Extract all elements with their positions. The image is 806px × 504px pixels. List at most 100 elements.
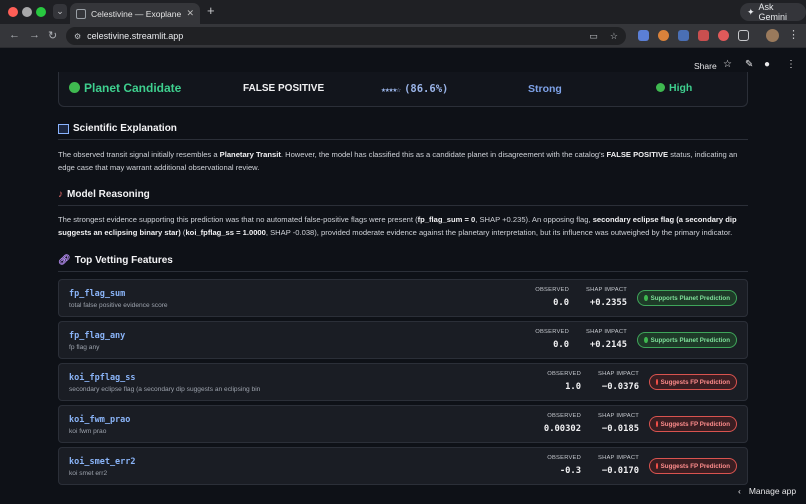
feature-card: koi_fwm_prao koi fwm prao OBSERVED 0.00302 S… xyxy=(58,405,748,443)
shap-impact-label: SHAP IMPACT xyxy=(586,329,627,335)
observed-value: 0.0 xyxy=(553,298,569,308)
explanation-text: The observed transit signal initially re… xyxy=(58,150,738,172)
ask-gemini-button[interactable]: ✦ Ask Gemini xyxy=(740,2,806,22)
guitar-icon: ♪ xyxy=(58,189,63,200)
priority-value: High xyxy=(656,82,692,94)
browser-tab-bar: ⌄ Celestivine — Exoplanet Disc ✕ + ✦ Ask… xyxy=(0,0,806,24)
ask-gemini-label: Ask Gemini xyxy=(758,2,788,22)
prediction-summary: Planet Candidate FALSE POSITIVE ★★★★☆ (86… xyxy=(58,72,748,107)
cast-icon[interactable]: ▭ xyxy=(589,31,598,42)
gemini-icon: ✦ xyxy=(747,6,755,17)
app-menu-icon[interactable]: ⋮ xyxy=(786,59,796,70)
feature-card: koi_fpflag_ss secondary eclipse flag (a s… xyxy=(58,363,748,401)
profile-avatar[interactable] xyxy=(766,29,779,42)
url-text: celestivine.streamlit.app xyxy=(87,31,184,41)
divider xyxy=(58,271,748,272)
github-icon[interactable]: ● xyxy=(764,59,770,70)
close-tab-icon[interactable]: ✕ xyxy=(186,8,194,19)
star-icon[interactable]: ☆ xyxy=(723,59,732,70)
feature-name: koi_fpflag_ss xyxy=(69,373,136,383)
reasoning-text: The strongest evidence supporting this p… xyxy=(58,215,737,237)
feature-description: koi smet err2 xyxy=(69,470,108,477)
shap-impact-value: +0.2355 xyxy=(589,298,627,308)
extensions-puzzle-icon[interactable] xyxy=(738,30,749,41)
chevron-left-icon: ‹ xyxy=(738,486,741,496)
observed-value: 0.0 xyxy=(553,340,569,350)
tab-search-button[interactable]: ⌄ xyxy=(53,4,67,19)
extension-icon[interactable] xyxy=(678,30,689,41)
catalog-label-value: FALSE POSITIVE xyxy=(243,83,325,94)
feature-card: koi_smet_err2koi smet err2 OBSERVED -0.3 SH… xyxy=(58,447,748,485)
observed-label: OBSERVED xyxy=(547,371,581,377)
feature-name: fp_flag_any xyxy=(69,331,126,341)
back-icon[interactable]: ← xyxy=(9,29,20,41)
reasoning-heading: ♪ Model Reasoning xyxy=(58,189,150,200)
manage-app-button[interactable]: ‹ Manage app xyxy=(738,486,796,496)
browser-toolbar: ← → ↻ ⚙ celestivine.streamlit.app ▭ ☆ ⋮ xyxy=(0,24,806,48)
feature-description: secondary eclipse flag (a secondary dip … xyxy=(69,386,261,393)
features-heading: 🔗︎ Top Vetting Features xyxy=(58,255,173,266)
shap-impact-label: SHAP IMPACT xyxy=(598,455,639,461)
feature-name: koi_smet_err2 xyxy=(69,457,136,467)
strength-value: Strong xyxy=(528,83,562,95)
shap-impact-value: −0.0376 xyxy=(601,382,639,392)
observed-label: OBSERVED xyxy=(547,455,581,461)
status-dot-icon xyxy=(644,337,648,343)
shap-impact-value: −0.0170 xyxy=(601,466,639,476)
classification-value: Planet Candidate xyxy=(69,81,181,95)
shap-impact-value: +0.2145 xyxy=(589,340,627,350)
suggests-fp-badge: Suggests FP Prediction xyxy=(649,416,737,432)
share-button[interactable]: Share xyxy=(694,61,717,71)
extension-icon[interactable] xyxy=(658,30,669,41)
observed-value: 1.0 xyxy=(565,382,581,392)
manage-app-label: Manage app xyxy=(748,486,797,496)
observed-label: OBSERVED xyxy=(535,287,569,293)
badge-label: Supports Planet Prediction xyxy=(650,294,730,302)
badge-label: Supports Planet Prediction xyxy=(650,336,730,344)
feature-card: fp_flag_sum total false positive evidence… xyxy=(58,279,748,317)
minimize-window-button[interactable] xyxy=(22,7,32,17)
status-dot-icon xyxy=(644,295,648,301)
address-bar[interactable]: ⚙ celestivine.streamlit.app ▭ ☆ xyxy=(66,27,626,45)
close-window-button[interactable] xyxy=(8,7,18,17)
maximize-window-button[interactable] xyxy=(36,7,46,17)
status-dot-icon xyxy=(656,463,658,469)
browser-menu-icon[interactable]: ⋮ xyxy=(788,28,799,41)
browser-tab[interactable]: Celestivine — Exoplanet Disc ✕ xyxy=(70,3,200,24)
divider xyxy=(58,139,748,140)
site-info-icon[interactable]: ⚙ xyxy=(74,32,81,41)
badge-label: Suggests FP Prediction xyxy=(660,378,730,386)
extension-icon[interactable] xyxy=(698,30,709,41)
tab-title: Celestivine — Exoplanet Disc xyxy=(91,8,182,19)
badge-label: Suggests FP Prediction xyxy=(660,462,730,470)
chart-icon xyxy=(58,123,69,134)
bookmark-star-icon[interactable]: ☆ xyxy=(610,31,618,42)
observed-value: -0.3 xyxy=(559,466,581,476)
divider xyxy=(58,205,748,206)
next-section-heading-partial xyxy=(58,498,178,504)
badge-label: Suggests FP Prediction xyxy=(660,420,730,428)
confidence-value: ★★★★☆ (86.6%) xyxy=(381,83,449,95)
forward-icon[interactable]: → xyxy=(29,29,40,41)
shap-impact-label: SHAP IMPACT xyxy=(598,413,639,419)
shap-impact-label: SHAP IMPACT xyxy=(598,371,639,377)
supports-planet-badge: Supports Planet Prediction xyxy=(637,332,737,348)
green-circle-icon xyxy=(656,83,665,92)
extension-icon[interactable] xyxy=(638,30,649,41)
explanation-heading: Scientific Explanation xyxy=(58,123,177,134)
feature-description: koi fwm prao xyxy=(69,428,107,435)
extension-icon[interactable] xyxy=(718,30,729,41)
status-dot-icon xyxy=(656,421,658,427)
shap-impact-label: SHAP IMPACT xyxy=(586,287,627,293)
green-circle-icon xyxy=(69,82,80,93)
link-icon: 🔗︎ xyxy=(58,255,71,266)
favicon-icon xyxy=(76,8,86,19)
supports-planet-badge: Supports Planet Prediction xyxy=(637,290,737,306)
edit-pencil-icon[interactable]: ✎ xyxy=(745,59,753,70)
feature-name: koi_fwm_prao xyxy=(69,415,131,425)
new-tab-button[interactable]: + xyxy=(207,3,215,18)
reload-icon[interactable]: ↻ xyxy=(48,29,57,42)
feature-description: fp flag any xyxy=(69,344,100,351)
observed-value: 0.00302 xyxy=(543,424,581,434)
suggests-fp-badge: Suggests FP Prediction xyxy=(649,458,737,474)
